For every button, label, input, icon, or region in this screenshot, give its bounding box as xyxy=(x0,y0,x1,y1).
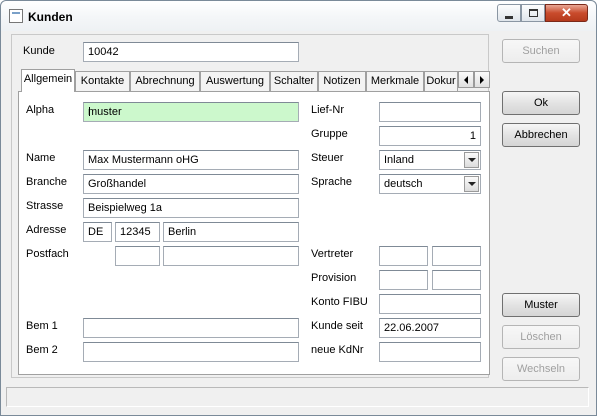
kunde-seit-input[interactable]: 22.06.2007 xyxy=(379,318,481,338)
steuer-value: Inland xyxy=(384,154,414,166)
dropdown-arrow-icon[interactable] xyxy=(464,152,479,168)
plz-input[interactable]: 12345 xyxy=(115,222,160,242)
minimize-icon xyxy=(505,15,513,19)
sprache-label: Sprache xyxy=(311,176,352,188)
status-bar xyxy=(6,387,589,407)
postfach-number-input[interactable] xyxy=(115,246,160,266)
maximize-icon xyxy=(528,9,538,17)
lief-nr-input[interactable] xyxy=(379,102,481,122)
tab-schalter[interactable]: Schalter xyxy=(270,71,318,91)
vertreter-input-1[interactable] xyxy=(379,246,428,266)
arrow-right-icon xyxy=(480,75,484,84)
title-bar[interactable]: Kunden ✕ xyxy=(1,1,596,31)
bem2-input[interactable] xyxy=(83,342,299,362)
tab-auswertung[interactable]: Auswertung xyxy=(200,71,270,91)
adresse-label: Adresse xyxy=(26,224,67,236)
app-icon xyxy=(9,9,23,23)
branche-input[interactable]: Großhandel xyxy=(83,174,299,194)
vertreter-input-2[interactable] xyxy=(432,246,481,266)
alpha-label: Alpha xyxy=(26,104,55,116)
arrow-left-icon xyxy=(464,75,468,84)
bem2-label: Bem 2 xyxy=(26,344,58,356)
postfach-label: Postfach xyxy=(26,248,69,260)
close-button[interactable]: ✕ xyxy=(545,4,588,22)
strasse-label: Strasse xyxy=(26,200,64,212)
provision-input-1[interactable] xyxy=(379,270,428,290)
steuer-label: Steuer xyxy=(311,152,344,164)
gruppe-input[interactable]: 1 xyxy=(379,126,481,146)
konto-fibu-label: Konto FIBU xyxy=(311,296,368,308)
alpha-input[interactable]: muster xyxy=(83,102,299,122)
loeschen-button[interactable]: Löschen xyxy=(502,325,580,349)
dropdown-arrow-icon[interactable] xyxy=(464,176,479,192)
tab-dokumente[interactable]: Dokur xyxy=(424,71,458,91)
kunde-input[interactable]: 10042 xyxy=(83,42,299,62)
country-input[interactable]: DE xyxy=(83,222,112,242)
sprache-select[interactable]: deutsch xyxy=(379,174,481,194)
neue-kdnr-label: neue KdNr xyxy=(311,344,364,356)
neue-kdnr-input[interactable] xyxy=(379,342,481,362)
tab-kontakte[interactable]: Kontakte xyxy=(75,71,130,91)
bem1-label: Bem 1 xyxy=(26,320,58,332)
abbrechen-button[interactable]: Abbrechen xyxy=(502,123,580,147)
ok-button[interactable]: Ok xyxy=(502,91,580,115)
window-title: Kunden xyxy=(28,10,73,24)
tab-merkmale[interactable]: Merkmale xyxy=(366,71,424,91)
kunde-label: Kunde xyxy=(23,45,55,57)
provision-input-2[interactable] xyxy=(432,270,481,290)
sprache-value: deutsch xyxy=(384,178,423,190)
close-icon: ✕ xyxy=(561,5,572,20)
strasse-input[interactable]: Beispielweg 1a xyxy=(83,198,299,218)
tab-allgemein[interactable]: Allgemein xyxy=(21,69,75,92)
minimize-button[interactable] xyxy=(497,4,521,22)
tab-abrechnung[interactable]: Abrechnung xyxy=(130,71,200,91)
steuer-select[interactable]: Inland xyxy=(379,150,481,170)
gruppe-label: Gruppe xyxy=(311,128,348,140)
provision-label: Provision xyxy=(311,272,357,284)
suchen-button[interactable]: Suchen xyxy=(502,39,580,63)
kunde-seit-label: Kunde seit xyxy=(311,320,363,332)
bem1-input[interactable] xyxy=(83,318,299,338)
name-input[interactable]: Max Mustermann oHG xyxy=(83,150,299,170)
muster-button[interactable]: Muster xyxy=(502,293,580,317)
postfach-plz-input[interactable] xyxy=(163,246,299,266)
vertreter-label: Vertreter xyxy=(311,248,354,260)
text-cursor xyxy=(89,107,90,116)
tab-notizen[interactable]: Notizen xyxy=(318,71,366,91)
name-label: Name xyxy=(26,152,56,164)
lief-nr-label: Lief-Nr xyxy=(311,104,345,116)
tab-scroll-left-button[interactable] xyxy=(458,71,474,88)
branche-label: Branche xyxy=(26,176,67,188)
tab-scroll-right-button[interactable] xyxy=(474,71,490,88)
konto-fibu-input[interactable] xyxy=(379,294,481,314)
maximize-button[interactable] xyxy=(521,4,545,22)
ort-input[interactable]: Berlin xyxy=(163,222,299,242)
kunden-window: Kunden ✕ Kunde 10042 Allgemein Kontakte … xyxy=(0,0,597,416)
wechseln-button[interactable]: Wechseln xyxy=(502,357,580,381)
